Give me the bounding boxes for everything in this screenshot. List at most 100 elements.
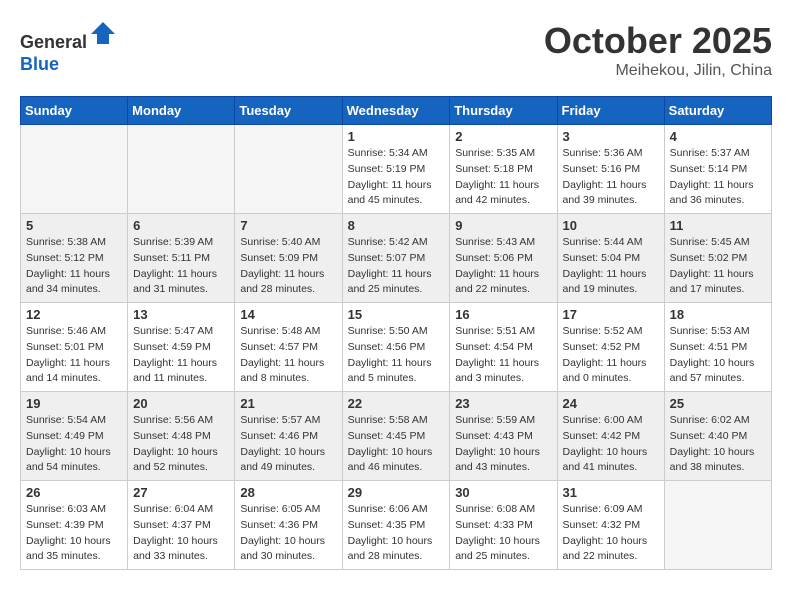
calendar-cell — [664, 481, 771, 570]
calendar-cell: 20Sunrise: 5:56 AM Sunset: 4:48 PM Dayli… — [128, 392, 235, 481]
day-number: 10 — [563, 218, 659, 233]
month-title: October 2025 — [544, 20, 772, 62]
calendar-cell: 30 Sunrise: 6:08 AM Sunset: 4:33 PM Dayli… — [450, 481, 557, 570]
day-number: 8 — [348, 218, 445, 233]
calendar-cell: 29 Sunrise: 6:06 AM Sunset: 4:35 PM Dayli… — [342, 481, 450, 570]
weekday-header: Sunday — [21, 97, 128, 125]
day-number: 9 — [455, 218, 551, 233]
day-detail: Sunrise: 5:42 AM Sunset: 5:07 PM Dayligh… — [348, 235, 445, 298]
calendar-cell — [21, 125, 128, 214]
day-number: 4 — [670, 129, 766, 144]
day-number: 16 — [455, 307, 551, 322]
calendar-cell — [235, 125, 342, 214]
day-number: 14 — [240, 307, 336, 322]
calendar-cell: 6Sunrise: 5:39 AM Sunset: 5:11 PM Daylig… — [128, 214, 235, 303]
day-detail: Sunrise: 5:36 AM Sunset: 5:16 PM Dayligh… — [563, 146, 659, 209]
day-number: 28 — [240, 485, 336, 500]
calendar-cell: 13 Sunrise: 5:47 AM Sunset: 4:59 PM Dayli… — [128, 303, 235, 392]
day-number: 18 — [670, 307, 766, 322]
day-number: 1 — [348, 129, 445, 144]
calendar-cell: 25 Sunrise: 6:02 AM Sunset: 4:40 PM Dayli… — [664, 392, 771, 481]
calendar-cell: 19Sunrise: 5:54 AM Sunset: 4:49 PM Dayli… — [21, 392, 128, 481]
weekday-header: Tuesday — [235, 97, 342, 125]
day-detail: Sunrise: 6:04 AM Sunset: 4:37 PM Dayligh… — [133, 502, 229, 565]
calendar-cell: 8 Sunrise: 5:42 AM Sunset: 5:07 PM Daylig… — [342, 214, 450, 303]
day-detail: Sunrise: 5:54 AM Sunset: 4:49 PM Dayligh… — [26, 413, 122, 476]
calendar-cell: 4 Sunrise: 5:37 AM Sunset: 5:14 PM Daylig… — [664, 125, 771, 214]
weekday-header: Monday — [128, 97, 235, 125]
logo: General Blue — [20, 20, 117, 75]
day-number: 5 — [26, 218, 122, 233]
day-detail: Sunrise: 5:50 AM Sunset: 4:56 PM Dayligh… — [348, 324, 445, 387]
day-detail: Sunrise: 5:34 AM Sunset: 5:19 PM Dayligh… — [348, 146, 445, 209]
calendar-cell: 7Sunrise: 5:40 AM Sunset: 5:09 PM Daylig… — [235, 214, 342, 303]
location: Meihekou, Jilin, China — [544, 62, 772, 80]
day-detail: Sunrise: 5:45 AM Sunset: 5:02 PM Dayligh… — [670, 235, 766, 298]
calendar-cell: 15 Sunrise: 5:50 AM Sunset: 4:56 PM Dayli… — [342, 303, 450, 392]
calendar-cell: 3 Sunrise: 5:36 AM Sunset: 5:16 PM Daylig… — [557, 125, 664, 214]
day-number: 31 — [563, 485, 659, 500]
weekday-header: Wednesday — [342, 97, 450, 125]
logo-blue: Blue — [20, 54, 59, 74]
logo-general: General — [20, 32, 87, 52]
day-number: 21 — [240, 396, 336, 411]
calendar-cell: 1 Sunrise: 5:34 AM Sunset: 5:19 PM Daylig… — [342, 125, 450, 214]
day-detail: Sunrise: 6:02 AM Sunset: 4:40 PM Dayligh… — [670, 413, 766, 476]
day-number: 29 — [348, 485, 445, 500]
day-detail: Sunrise: 5:46 AM Sunset: 5:01 PM Dayligh… — [26, 324, 122, 387]
calendar-cell: 12Sunrise: 5:46 AM Sunset: 5:01 PM Dayli… — [21, 303, 128, 392]
calendar-cell: 28Sunrise: 6:05 AM Sunset: 4:36 PM Dayli… — [235, 481, 342, 570]
day-detail: Sunrise: 5:47 AM Sunset: 4:59 PM Dayligh… — [133, 324, 229, 387]
day-number: 27 — [133, 485, 229, 500]
calendar-header-row: SundayMondayTuesdayWednesdayThursdayFrid… — [21, 97, 772, 125]
day-detail: Sunrise: 6:03 AM Sunset: 4:39 PM Dayligh… — [26, 502, 122, 565]
calendar-cell: 11Sunrise: 5:45 AM Sunset: 5:02 PM Dayli… — [664, 214, 771, 303]
weekday-header: Thursday — [450, 97, 557, 125]
day-detail: Sunrise: 5:51 AM Sunset: 4:54 PM Dayligh… — [455, 324, 551, 387]
calendar-cell: 17 Sunrise: 5:52 AM Sunset: 4:52 PM Dayli… — [557, 303, 664, 392]
calendar-table: SundayMondayTuesdayWednesdayThursdayFrid… — [20, 96, 772, 570]
calendar-week-row: 26 Sunrise: 6:03 AM Sunset: 4:39 PM Dayli… — [21, 481, 772, 570]
day-number: 2 — [455, 129, 551, 144]
calendar-cell: 14 Sunrise: 5:48 AM Sunset: 4:57 PM Dayli… — [235, 303, 342, 392]
calendar-cell: 21 Sunrise: 5:57 AM Sunset: 4:46 PM Dayli… — [235, 392, 342, 481]
day-detail: Sunrise: 6:00 AM Sunset: 4:42 PM Dayligh… — [563, 413, 659, 476]
day-detail: Sunrise: 5:44 AM Sunset: 5:04 PM Dayligh… — [563, 235, 659, 298]
weekday-header: Saturday — [664, 97, 771, 125]
calendar-cell: 24 Sunrise: 6:00 AM Sunset: 4:42 PM Dayli… — [557, 392, 664, 481]
day-number: 20 — [133, 396, 229, 411]
day-number: 24 — [563, 396, 659, 411]
day-detail: Sunrise: 5:39 AM Sunset: 5:11 PM Dayligh… — [133, 235, 229, 298]
calendar-body: 1 Sunrise: 5:34 AM Sunset: 5:19 PM Daylig… — [21, 125, 772, 570]
calendar-cell: 16 Sunrise: 5:51 AM Sunset: 4:54 PM Dayli… — [450, 303, 557, 392]
calendar-week-row: 1 Sunrise: 5:34 AM Sunset: 5:19 PM Daylig… — [21, 125, 772, 214]
day-detail: Sunrise: 5:57 AM Sunset: 4:46 PM Dayligh… — [240, 413, 336, 476]
day-number: 13 — [133, 307, 229, 322]
day-detail: Sunrise: 6:06 AM Sunset: 4:35 PM Dayligh… — [348, 502, 445, 565]
calendar-week-row: 5 Sunrise: 5:38 AM Sunset: 5:12 PM Daylig… — [21, 214, 772, 303]
day-detail: Sunrise: 5:38 AM Sunset: 5:12 PM Dayligh… — [26, 235, 122, 298]
day-number: 15 — [348, 307, 445, 322]
calendar-cell — [128, 125, 235, 214]
calendar-cell: 31Sunrise: 6:09 AM Sunset: 4:32 PM Dayli… — [557, 481, 664, 570]
calendar-cell: 18 Sunrise: 5:53 AM Sunset: 4:51 PM Dayli… — [664, 303, 771, 392]
calendar-cell: 22Sunrise: 5:58 AM Sunset: 4:45 PM Dayli… — [342, 392, 450, 481]
day-number: 25 — [670, 396, 766, 411]
calendar-cell: 5 Sunrise: 5:38 AM Sunset: 5:12 PM Daylig… — [21, 214, 128, 303]
day-detail: Sunrise: 5:48 AM Sunset: 4:57 PM Dayligh… — [240, 324, 336, 387]
calendar-week-row: 19Sunrise: 5:54 AM Sunset: 4:49 PM Dayli… — [21, 392, 772, 481]
page-header: General Blue October 2025 Meihekou, Jili… — [20, 20, 772, 80]
calendar-week-row: 12Sunrise: 5:46 AM Sunset: 5:01 PM Dayli… — [21, 303, 772, 392]
day-detail: Sunrise: 6:08 AM Sunset: 4:33 PM Dayligh… — [455, 502, 551, 565]
day-detail: Sunrise: 5:52 AM Sunset: 4:52 PM Dayligh… — [563, 324, 659, 387]
day-number: 3 — [563, 129, 659, 144]
day-detail: Sunrise: 5:53 AM Sunset: 4:51 PM Dayligh… — [670, 324, 766, 387]
calendar-cell: 9Sunrise: 5:43 AM Sunset: 5:06 PM Daylig… — [450, 214, 557, 303]
logo-icon — [89, 20, 117, 48]
day-detail: Sunrise: 5:59 AM Sunset: 4:43 PM Dayligh… — [455, 413, 551, 476]
day-number: 17 — [563, 307, 659, 322]
day-detail: Sunrise: 5:40 AM Sunset: 5:09 PM Dayligh… — [240, 235, 336, 298]
day-detail: Sunrise: 5:37 AM Sunset: 5:14 PM Dayligh… — [670, 146, 766, 209]
day-number: 30 — [455, 485, 551, 500]
day-number: 26 — [26, 485, 122, 500]
